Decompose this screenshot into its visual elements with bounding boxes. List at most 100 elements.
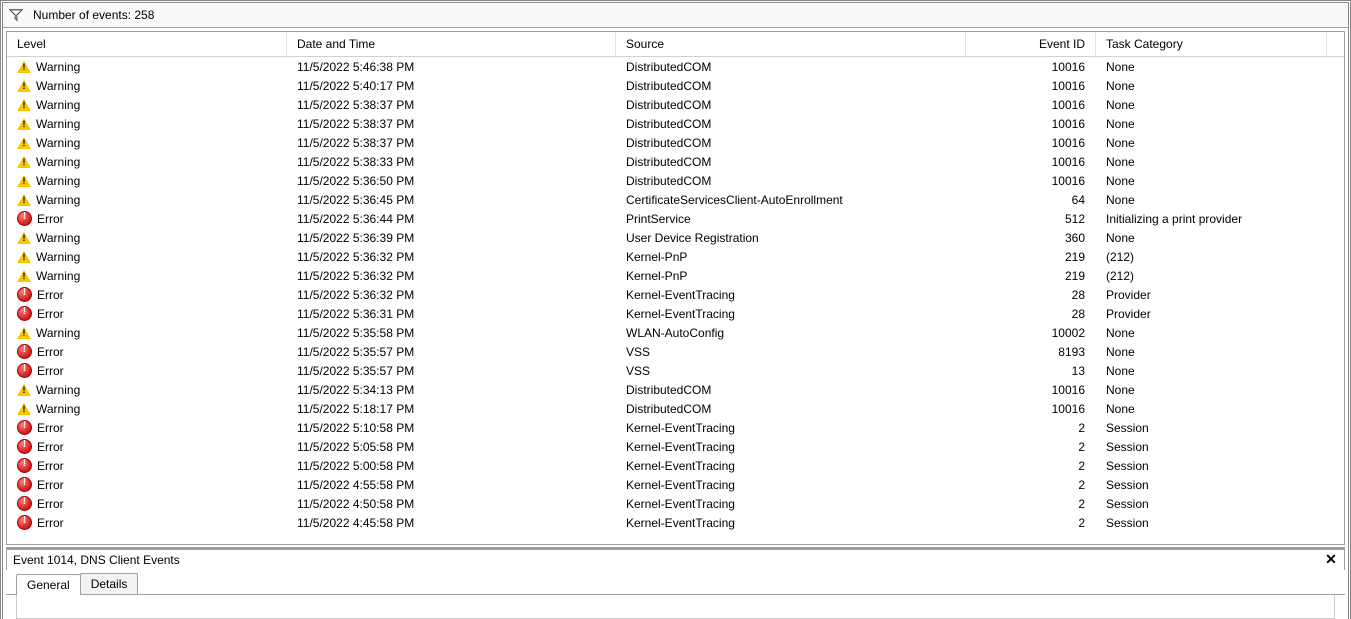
tab-details[interactable]: Details <box>80 573 139 594</box>
cell-date: 11/5/2022 5:35:58 PM <box>287 326 616 340</box>
table-row[interactable]: Warning11/5/2022 5:38:37 PMDistributedCO… <box>7 133 1344 152</box>
cell-event-id: 512 <box>966 212 1096 226</box>
level-text: Error <box>37 459 64 473</box>
cell-task: None <box>1096 117 1344 131</box>
table-row[interactable]: Warning11/5/2022 5:38:33 PMDistributedCO… <box>7 152 1344 171</box>
warning-icon <box>17 384 31 396</box>
cell-level: Warning <box>7 60 287 74</box>
cell-task: None <box>1096 60 1344 74</box>
cell-source: Kernel-EventTracing <box>616 421 966 435</box>
level-text: Warning <box>36 383 80 397</box>
table-row[interactable]: Warning11/5/2022 5:38:37 PMDistributedCO… <box>7 114 1344 133</box>
table-row[interactable]: Warning11/5/2022 5:36:45 PMCertificateSe… <box>7 190 1344 209</box>
cell-event-id: 64 <box>966 193 1096 207</box>
cell-event-id: 2 <box>966 459 1096 473</box>
cell-level: Error <box>7 344 287 359</box>
warning-icon <box>17 80 31 92</box>
table-row[interactable]: Warning11/5/2022 5:38:37 PMDistributedCO… <box>7 95 1344 114</box>
level-text: Error <box>37 440 64 454</box>
col-header-task[interactable]: Task Category <box>1096 32 1327 56</box>
cell-event-id: 10016 <box>966 155 1096 169</box>
event-count-label: Number of events: 258 <box>33 8 154 22</box>
level-text: Error <box>37 345 64 359</box>
error-icon <box>17 306 32 321</box>
tab-general[interactable]: General <box>16 574 81 595</box>
cell-event-id: 10016 <box>966 174 1096 188</box>
level-text: Warning <box>36 250 80 264</box>
col-header-source[interactable]: Source <box>616 32 966 56</box>
cell-date: 11/5/2022 5:36:45 PM <box>287 193 616 207</box>
cell-source: DistributedCOM <box>616 155 966 169</box>
table-row[interactable]: Error11/5/2022 5:36:44 PMPrintService512… <box>7 209 1344 228</box>
details-title: Event 1014, DNS Client Events <box>13 553 180 567</box>
table-row[interactable]: Error11/5/2022 4:55:58 PMKernel-EventTra… <box>7 475 1344 494</box>
cell-date: 11/5/2022 5:34:13 PM <box>287 383 616 397</box>
warning-icon <box>17 61 31 73</box>
error-icon <box>17 363 32 378</box>
cell-date: 11/5/2022 5:18:17 PM <box>287 402 616 416</box>
table-row[interactable]: Error11/5/2022 4:50:58 PMKernel-EventTra… <box>7 494 1344 513</box>
cell-task: None <box>1096 345 1344 359</box>
table-row[interactable]: Warning11/5/2022 5:46:38 PMDistributedCO… <box>7 57 1344 76</box>
cell-task: Session <box>1096 516 1344 530</box>
table-row[interactable]: Warning11/5/2022 5:36:32 PMKernel-PnP219… <box>7 266 1344 285</box>
table-row[interactable]: Warning 11/5/2022 5:34:13 PMDistributedCO… <box>7 380 1344 399</box>
cell-date: 11/5/2022 5:38:33 PM <box>287 155 616 169</box>
cell-source: PrintService <box>616 212 966 226</box>
cell-source: DistributedCOM <box>616 383 966 397</box>
cell-date: 11/5/2022 5:36:50 PM <box>287 174 616 188</box>
level-text: Warning <box>36 269 80 283</box>
table-row[interactable]: Warning11/5/2022 5:40:17 PMDistributedCO… <box>7 76 1344 95</box>
table-row[interactable]: Error11/5/2022 5:35:57 PMVSS8193None <box>7 342 1344 361</box>
cell-task: Provider <box>1096 307 1344 321</box>
level-text: Warning <box>36 231 80 245</box>
table-row[interactable]: Error11/5/2022 5:00:58 PMKernel-EventTra… <box>7 456 1344 475</box>
cell-event-id: 10016 <box>966 402 1096 416</box>
cell-date: 11/5/2022 5:36:32 PM <box>287 269 616 283</box>
table-row[interactable]: Warning11/5/2022 5:36:39 PMUser Device R… <box>7 228 1344 247</box>
cell-task: None <box>1096 231 1344 245</box>
close-icon[interactable]: ✕ <box>1324 553 1338 567</box>
table-row[interactable]: Warning11/5/2022 5:36:50 PMDistributedCO… <box>7 171 1344 190</box>
error-icon <box>17 211 32 226</box>
table-row[interactable]: Error11/5/2022 5:36:32 PMKernel-EventTra… <box>7 285 1344 304</box>
table-row[interactable]: Error11/5/2022 5:35:57 PMVSS13None <box>7 361 1344 380</box>
col-header-date[interactable]: Date and Time <box>287 32 616 56</box>
table-row[interactable]: Warning11/5/2022 5:18:17 PMDistributedCO… <box>7 399 1344 418</box>
filter-icon[interactable] <box>9 8 23 22</box>
cell-date: 11/5/2022 5:36:44 PM <box>287 212 616 226</box>
cell-level: Error <box>7 287 287 302</box>
cell-task: None <box>1096 326 1344 340</box>
details-pane: Event 1014, DNS Client Events ✕ General … <box>6 547 1345 619</box>
cell-level: Warning <box>7 383 287 397</box>
details-tabs: General Details <box>6 570 1345 595</box>
table-row[interactable]: Error11/5/2022 5:05:58 PMKernel-EventTra… <box>7 437 1344 456</box>
cell-level: Error <box>7 496 287 511</box>
cell-event-id: 2 <box>966 440 1096 454</box>
warning-icon <box>17 118 31 130</box>
warning-icon <box>17 194 31 206</box>
table-row[interactable]: Error11/5/2022 4:45:58 PMKernel-EventTra… <box>7 513 1344 532</box>
cell-source: Kernel-EventTracing <box>616 440 966 454</box>
cell-event-id: 28 <box>966 288 1096 302</box>
cell-date: 11/5/2022 5:36:31 PM <box>287 307 616 321</box>
cell-source: Kernel-PnP <box>616 269 966 283</box>
table-row[interactable]: Warning11/5/2022 5:35:58 PMWLAN-AutoConf… <box>7 323 1344 342</box>
table-row[interactable]: Error11/5/2022 5:10:58 PMKernel-EventTra… <box>7 418 1344 437</box>
cell-source: DistributedCOM <box>616 136 966 150</box>
col-header-id[interactable]: Event ID <box>966 32 1096 56</box>
cell-level: Error <box>7 420 287 435</box>
cell-date: 11/5/2022 5:36:39 PM <box>287 231 616 245</box>
warning-icon <box>17 251 31 263</box>
table-row[interactable]: Error11/5/2022 5:36:31 PMKernel-EventTra… <box>7 304 1344 323</box>
level-text: Error <box>37 307 64 321</box>
col-header-level[interactable]: Level <box>7 32 287 56</box>
level-text: Error <box>37 288 64 302</box>
error-icon <box>17 458 32 473</box>
cell-level: Warning <box>7 250 287 264</box>
error-icon <box>17 344 32 359</box>
cell-date: 11/5/2022 5:35:57 PM <box>287 345 616 359</box>
grid-body[interactable]: Warning11/5/2022 5:46:38 PMDistributedCO… <box>7 57 1344 544</box>
table-row[interactable]: Warning11/5/2022 5:36:32 PMKernel-PnP219… <box>7 247 1344 266</box>
cell-event-id: 28 <box>966 307 1096 321</box>
